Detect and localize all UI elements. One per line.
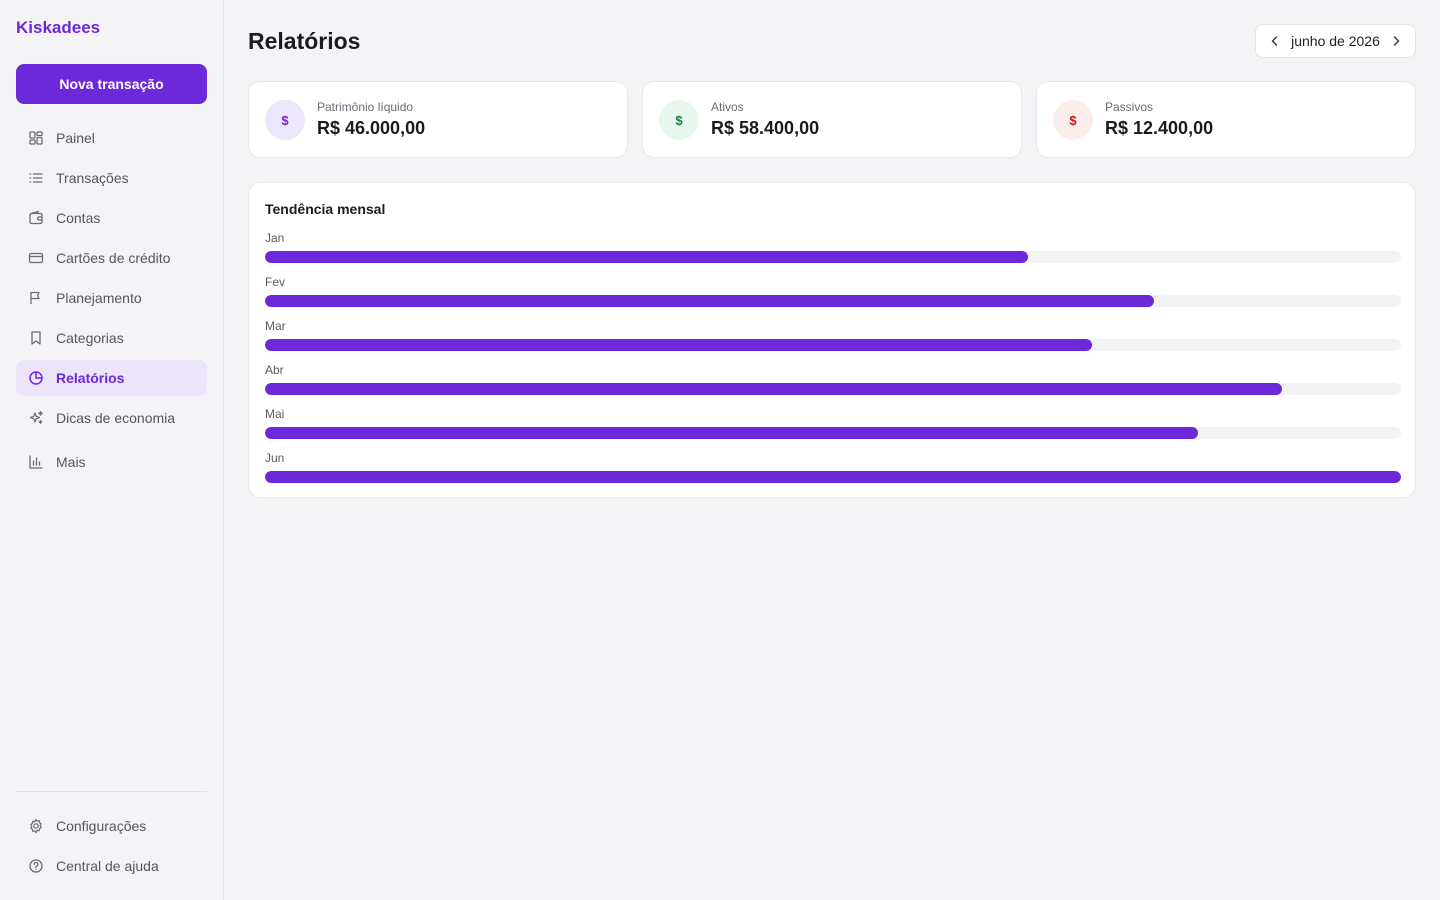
chevron-left-icon[interactable] bbox=[1268, 34, 1282, 48]
sidebar: Kiskadees Nova transação Painel Transaçõ… bbox=[0, 0, 224, 900]
trend-row: Abr bbox=[265, 363, 1401, 407]
net-worth-card: $ Patrimônio líquido R$ 46.000,00 bbox=[248, 81, 628, 158]
page-title: Relatórios bbox=[248, 28, 361, 54]
sidebar-item-label: Dicas de economia bbox=[56, 410, 176, 426]
sidebar-item-cartoes[interactable]: Cartões de crédito bbox=[16, 240, 207, 276]
liabilities-card: $ Passivos R$ 12.400,00 bbox=[1036, 81, 1416, 158]
credit-card-icon bbox=[28, 250, 44, 266]
chevron-right-icon[interactable] bbox=[1389, 34, 1403, 48]
monthly-trend-card: Tendência mensal Jan Fev Mar Abr Mai Jun bbox=[248, 182, 1416, 498]
bar-fill bbox=[265, 339, 1092, 351]
month-label: Jan bbox=[265, 231, 285, 245]
month-label: Jun bbox=[265, 451, 285, 465]
trend-row: Jan bbox=[265, 231, 1401, 275]
sidebar-item-label: Central de ajuda bbox=[56, 858, 159, 874]
sidebar-item-configuracoes[interactable]: Configurações bbox=[16, 808, 207, 844]
sidebar-item-mais[interactable]: Mais bbox=[16, 444, 207, 480]
trend-row: Mai bbox=[265, 407, 1401, 451]
card-label: Passivos bbox=[1105, 100, 1154, 114]
bar-chart-icon bbox=[28, 454, 44, 470]
sidebar-item-transacoes[interactable]: Transações bbox=[16, 160, 207, 196]
bar-track bbox=[265, 471, 1401, 483]
sidebar-item-planejamento[interactable]: Planejamento bbox=[16, 280, 207, 316]
card-value: R$ 58.400,00 bbox=[711, 118, 820, 138]
sidebar-bottom-nav: Configurações Central de ajuda bbox=[16, 808, 207, 888]
bar-fill bbox=[265, 295, 1155, 307]
bar-track bbox=[265, 295, 1401, 307]
sidebar-item-label: Planejamento bbox=[56, 290, 142, 306]
sidebar-item-label: Mais bbox=[56, 454, 86, 470]
sidebar-item-label: Painel bbox=[56, 130, 95, 146]
gear-icon bbox=[28, 818, 44, 834]
trend-bars: Jan Fev Mar Abr Mai Jun bbox=[265, 231, 1401, 495]
month-label: Abr bbox=[265, 363, 284, 377]
trend-row: Mar bbox=[265, 319, 1401, 363]
flag-icon bbox=[28, 290, 44, 306]
sidebar-item-label: Relatórios bbox=[56, 370, 125, 386]
bar-track bbox=[265, 383, 1401, 395]
sidebar-item-label: Configurações bbox=[56, 818, 147, 834]
bar-fill bbox=[265, 427, 1198, 439]
sidebar-item-label: Transações bbox=[56, 170, 129, 186]
bookmark-icon bbox=[28, 330, 44, 346]
dollar-icon: $ bbox=[265, 100, 305, 140]
sidebar-item-ajuda[interactable]: Central de ajuda bbox=[16, 848, 207, 884]
bar-fill bbox=[265, 383, 1282, 395]
bar-track bbox=[265, 427, 1401, 439]
assets-card: $ Ativos R$ 58.400,00 bbox=[642, 81, 1022, 158]
trend-row: Jun bbox=[265, 451, 1401, 495]
month-picker: junho de 2026 bbox=[1255, 24, 1416, 58]
sidebar-item-contas[interactable]: Contas bbox=[16, 200, 207, 236]
sidebar-item-label: Cartões de crédito bbox=[56, 250, 171, 266]
trend-row: Fev bbox=[265, 275, 1401, 319]
bar-track bbox=[265, 339, 1401, 351]
pie-chart-icon bbox=[28, 370, 44, 386]
bar-fill bbox=[265, 471, 1401, 483]
sidebar-item-dicas[interactable]: Dicas de economia bbox=[16, 400, 207, 436]
sidebar-item-label: Categorias bbox=[56, 330, 124, 346]
dollar-icon: $ bbox=[659, 100, 699, 140]
sidebar-nav: Painel Transações Contas Cartões de créd… bbox=[16, 120, 207, 484]
card-value: R$ 46.000,00 bbox=[317, 118, 426, 138]
wallet-icon bbox=[28, 210, 44, 226]
bar-fill bbox=[265, 251, 1029, 263]
new-transaction-button[interactable]: Nova transação bbox=[16, 64, 207, 104]
list-icon bbox=[28, 170, 44, 186]
sidebar-item-label: Contas bbox=[56, 210, 101, 226]
card-label: Ativos bbox=[711, 100, 744, 114]
sidebar-divider bbox=[16, 791, 207, 792]
help-circle-icon bbox=[28, 858, 44, 874]
app-logo[interactable]: Kiskadees bbox=[16, 18, 100, 38]
month-label: junho de 2026 bbox=[1291, 33, 1380, 49]
dollar-icon: $ bbox=[1053, 100, 1093, 140]
month-label: Mar bbox=[265, 319, 286, 333]
sidebar-item-relatorios[interactable]: Relatórios bbox=[16, 360, 207, 396]
sidebar-item-painel[interactable]: Painel bbox=[16, 120, 207, 156]
sparkles-icon bbox=[28, 410, 44, 426]
grid-icon bbox=[28, 130, 44, 146]
card-value: R$ 12.400,00 bbox=[1105, 118, 1214, 138]
trend-title: Tendência mensal bbox=[265, 201, 386, 217]
card-label: Patrimônio líquido bbox=[317, 100, 414, 114]
sidebar-item-categorias[interactable]: Categorias bbox=[16, 320, 207, 356]
month-label: Fev bbox=[265, 275, 286, 289]
month-label: Mai bbox=[265, 407, 285, 421]
bar-track bbox=[265, 251, 1401, 263]
